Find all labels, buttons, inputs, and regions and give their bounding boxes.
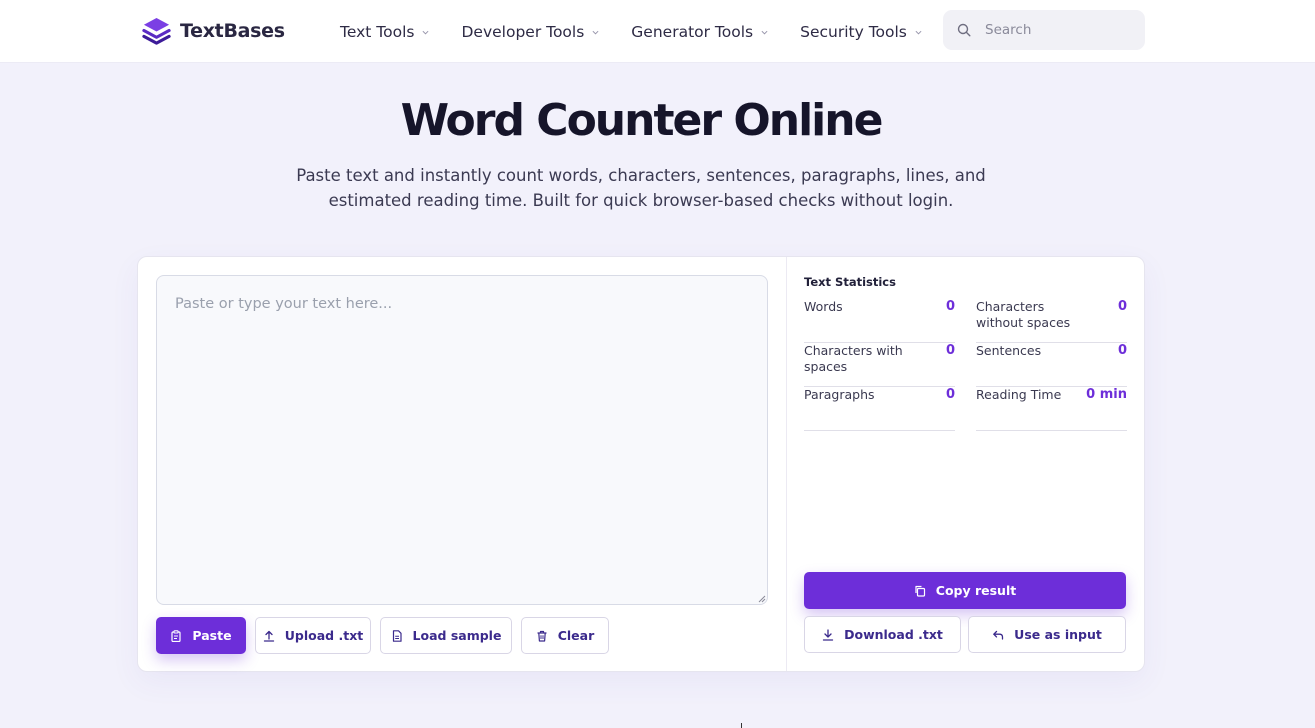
word-counter-card: Paste Upload .txt Load sample Clear [137, 256, 1145, 672]
brand-name: TextBases [180, 20, 285, 42]
upload-label: Upload .txt [284, 628, 364, 643]
clear-button[interactable]: Clear [521, 617, 609, 654]
paste-button[interactable]: Paste [156, 617, 246, 654]
nav-security-tools[interactable]: Security Tools [800, 23, 922, 41]
text-input[interactable] [156, 275, 768, 605]
stat-label: Words [804, 299, 843, 314]
stat-value: 0 [945, 343, 955, 358]
chevron-down-icon [422, 30, 429, 35]
resize-handle-icon[interactable] [757, 594, 766, 603]
stat-sentences: Sentences 0 [976, 343, 1127, 387]
nav-label: Security Tools [800, 23, 907, 41]
brand[interactable]: TextBases [141, 15, 285, 47]
paste-label: Paste [192, 628, 232, 643]
download-icon [822, 628, 834, 641]
stat-value: 0 [1117, 299, 1127, 314]
undo-arrow-icon [993, 630, 1004, 640]
stat-label: Reading Time [976, 387, 1062, 402]
stat-label: Sentences [976, 343, 1042, 358]
stat-label: Characters without spaces [976, 299, 1071, 330]
layers-logo-icon [142, 17, 171, 45]
editor-actions: Paste Upload .txt Load sample Clear [156, 617, 609, 654]
search-box[interactable] [943, 10, 1145, 50]
page-title: Word Counter Online [400, 95, 884, 146]
text-cursor-mark [741, 723, 742, 728]
stat-value: 0 [945, 387, 955, 402]
stat-words: Words 0 [804, 299, 955, 343]
nav-generator-tools[interactable]: Generator Tools [631, 23, 768, 41]
load-sample-label: Load sample [412, 628, 502, 643]
load-sample-button[interactable]: Load sample [380, 617, 512, 654]
stat-value: 0 [945, 299, 955, 314]
clipboard-icon [171, 629, 182, 642]
stat-reading-time: Reading Time 0 min [976, 387, 1127, 431]
stats-title: Text Statistics [804, 275, 896, 289]
use-as-input-label: Use as input [1014, 627, 1102, 642]
stat-value: 0 [1117, 343, 1127, 358]
nav-developer-tools[interactable]: Developer Tools [461, 23, 599, 41]
search-input[interactable] [983, 21, 1137, 39]
copy-icon [915, 585, 925, 597]
page-subtitle: Paste text and instantly count words, ch… [296, 166, 986, 210]
download-txt-button[interactable]: Download .txt [804, 616, 961, 653]
use-as-input-button[interactable]: Use as input [968, 616, 1126, 653]
trash-icon [537, 630, 547, 642]
chevron-down-icon [592, 30, 599, 35]
copy-result-button[interactable]: Copy result [804, 572, 1126, 609]
clear-label: Clear [557, 628, 595, 643]
copy-result-label: Copy result [935, 583, 1017, 598]
stat-characters-without-spaces: Characters without spaces 0 [976, 299, 1127, 343]
download-label: Download .txt [844, 627, 943, 642]
nav-text-tools[interactable]: Text Tools [340, 23, 429, 41]
main-nav: Text Tools Developer Tools Generator Too… [340, 20, 954, 44]
search-icon [957, 23, 971, 37]
stat-characters-with-spaces: Characters with spaces 0 [804, 343, 955, 387]
document-icon [392, 629, 402, 642]
stat-paragraphs: Paragraphs 0 [804, 387, 955, 431]
nav-label: Developer Tools [461, 23, 585, 41]
nav-label: Text Tools [340, 23, 415, 41]
stat-label: Paragraphs [804, 387, 875, 402]
chevron-down-icon [915, 30, 922, 35]
panel-divider [786, 257, 787, 671]
upload-icon [263, 630, 274, 642]
stat-label: Characters with spaces [804, 343, 903, 374]
chevron-down-icon [761, 30, 768, 35]
nav-label: Generator Tools [631, 23, 754, 41]
stat-value: 0 min [1086, 387, 1127, 402]
upload-txt-button[interactable]: Upload .txt [255, 617, 371, 654]
site-header: TextBases Text Tools Developer Tools Gen… [0, 0, 1315, 63]
